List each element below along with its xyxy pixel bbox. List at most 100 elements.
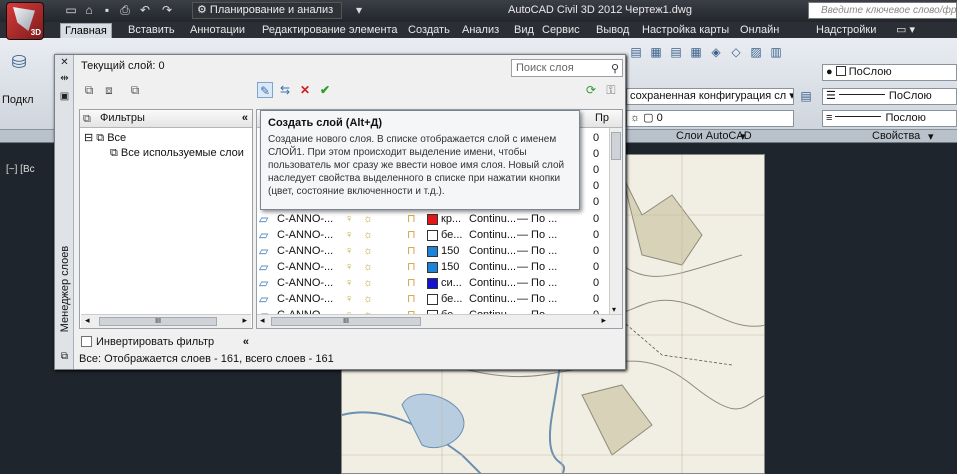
viewport-label[interactable]: [−] [Вс [6, 164, 35, 175]
workspace-select[interactable]: ⚙ Планирование и анализ ▾ [192, 2, 342, 31]
list-vertical-scrollbar[interactable]: ▾ [609, 128, 622, 314]
layer-tool-icon-6[interactable]: ◇ [728, 44, 744, 60]
lineweight-select[interactable]: ≡ Послою [822, 110, 957, 127]
saved-config-select[interactable]: сохраненная конфигурация сл ▾ [626, 88, 794, 105]
layer-linetype[interactable]: Continu... [469, 259, 516, 275]
layer-lineweight[interactable]: — По ... [517, 227, 557, 243]
tab-annotate[interactable]: Аннотации [186, 23, 249, 38]
invert-filter-checkbox[interactable] [81, 336, 92, 347]
layer-color-swatch[interactable] [427, 230, 438, 241]
new-layer-vp-frozen-icon[interactable]: ⇆ [277, 82, 293, 98]
layer-color-name[interactable]: си... [441, 275, 462, 291]
table-row[interactable]: ▱ C-ANNO-... ♀ ☼ ⊓ бе... Continu... — По ... 0 [257, 227, 609, 243]
tab-view[interactable]: Вид [510, 23, 538, 38]
layer-tool-icon-2[interactable]: ▦ [648, 44, 664, 60]
layer-lineweight[interactable]: — По ... [517, 243, 557, 259]
delete-layer-icon[interactable]: ✕ [297, 82, 313, 98]
layer-color-name[interactable]: 150 [441, 259, 459, 275]
invert-filter-row[interactable]: Инвертировать фильтр « [79, 334, 253, 350]
layer-linetype[interactable]: Continu... [469, 275, 516, 291]
layer-color-swatch[interactable] [427, 214, 438, 225]
new-group-filter-icon[interactable]: ⧈ [101, 82, 117, 98]
layer-lineweight[interactable]: — По ... [517, 291, 557, 307]
collapse-filters-bottom-button[interactable]: « [243, 334, 249, 350]
database-icon[interactable]: ⛁ [8, 53, 30, 78]
filter-horizontal-scrollbar[interactable]: ◂ III ▸ [81, 314, 251, 328]
layer-linetype[interactable]: Continu... [469, 291, 516, 307]
horizontal-scroll-thumb[interactable]: III [271, 317, 421, 326]
lock-icon[interactable]: ⊓ [407, 275, 416, 291]
layer-linetype[interactable]: Continu... [469, 243, 516, 259]
tree-item-all-used[interactable]: ⧉ Все используемые слои [110, 147, 244, 160]
on-off-bulb-icon[interactable]: ♀ [345, 275, 353, 291]
close-icon[interactable]: ✕ [58, 57, 71, 69]
list-horizontal-scrollbar[interactable]: ◂ III ▸ [257, 314, 622, 328]
settings-icon[interactable]: ⚿ [603, 82, 619, 98]
tab-map-setup[interactable]: Настройка карты [638, 23, 733, 38]
lock-icon[interactable]: ⊓ [407, 243, 416, 259]
vertical-scroll-thumb[interactable] [611, 132, 621, 160]
new-layer-icon[interactable]: ✎ [257, 82, 273, 98]
layer-color-name[interactable]: кр... [441, 211, 461, 227]
lock-icon[interactable]: ⊓ [407, 259, 416, 275]
save-icon[interactable]: ▪ [100, 3, 114, 17]
freeze-sun-icon[interactable]: ☼ [363, 291, 373, 307]
lock-icon[interactable]: ⊓ [407, 211, 416, 227]
column-header-plot-style[interactable]: Пр [595, 112, 609, 124]
scroll-right-icon[interactable]: ▸ [601, 315, 606, 326]
layer-color-swatch[interactable] [427, 294, 438, 305]
layers-panel-expand-icon[interactable]: ▾ [740, 130, 746, 143]
autohide-icon[interactable]: ⇹ [58, 73, 71, 85]
tree-item-all[interactable]: ⊟ ⧉ Все [84, 131, 126, 145]
application-menu-button[interactable]: 3D [6, 2, 44, 40]
layer-tool-icon-8[interactable]: ▥ [768, 44, 784, 60]
scrollbar-thumb[interactable]: III [99, 317, 217, 326]
layer-tool-icon-3[interactable]: ▤ [668, 44, 684, 60]
scroll-down-icon[interactable]: ▾ [612, 305, 616, 314]
layer-status-icon[interactable]: ▱ [259, 259, 268, 275]
table-row[interactable]: ▱ C-ANNO-... ♀ ☼ ⊓ си... Continu... — По ... 0 [257, 275, 609, 291]
scroll-left-icon[interactable]: ◂ [260, 315, 265, 326]
layer-linetype[interactable]: Continu... [469, 227, 516, 243]
lock-icon[interactable]: ⊓ [407, 291, 416, 307]
scroll-left-icon[interactable]: ◂ [85, 315, 90, 326]
tab-addins[interactable]: Надстройки [812, 23, 880, 38]
search-icon[interactable]: ⚲ [611, 61, 619, 77]
layer-tool-icon-4[interactable]: ▦ [688, 44, 704, 60]
tab-modify[interactable]: Редактирование элемента [258, 23, 402, 38]
tab-create[interactable]: Создать [404, 23, 454, 38]
tab-extra-icon[interactable]: ▭ ▾ [892, 23, 919, 38]
new-file-icon[interactable]: ▭ [64, 3, 78, 17]
layer-state-icon[interactable]: ▤ [798, 88, 814, 104]
freeze-sun-icon[interactable]: ☼ [363, 227, 373, 243]
on-off-bulb-icon[interactable]: ♀ [345, 259, 353, 275]
tab-output[interactable]: Вывод [592, 23, 633, 38]
lock-icon[interactable]: ⊓ [407, 227, 416, 243]
layer-status-icon[interactable]: ▱ [259, 227, 268, 243]
layer-tool-icon-5[interactable]: ◈ [708, 44, 724, 60]
layer-tool-icon-1[interactable]: ▤ [628, 44, 644, 60]
layer-tool-icon-7[interactable]: ▨ [748, 44, 764, 60]
redo-icon[interactable]: ↷ [160, 3, 174, 17]
undo-icon[interactable]: ↶ [138, 3, 152, 17]
tab-insert[interactable]: Вставить [124, 23, 179, 38]
layer-status-icon[interactable]: ▱ [259, 291, 268, 307]
tab-analyze[interactable]: Анализ [458, 23, 503, 38]
on-off-bulb-icon[interactable]: ♀ [345, 291, 353, 307]
scroll-right-icon[interactable]: ▸ [242, 315, 247, 326]
on-off-bulb-icon[interactable]: ♀ [345, 243, 353, 259]
layer-color-name[interactable]: бе... [441, 227, 462, 243]
layer-color-swatch[interactable] [427, 262, 438, 273]
layer-states-manager-icon[interactable]: ⧉ [127, 82, 143, 98]
freeze-sun-icon[interactable]: ☼ [363, 275, 373, 291]
palette-title-strip[interactable]: ✕ ⇹ ▣ Менеджер слоев ⧉ [55, 55, 74, 369]
print-icon[interactable]: ⎙ [118, 3, 132, 17]
new-property-filter-icon[interactable]: ⧉ [81, 82, 97, 98]
layer-search-input[interactable]: Поиск слоя ⚲ [511, 59, 623, 77]
table-row[interactable]: ▱ C-ANNO-... ♀ ☼ ⊓ 150 Continu... — По ... 0 [257, 259, 609, 275]
layer-status-icon[interactable]: ▱ [259, 211, 268, 227]
table-row[interactable]: ▱ C-ANNO-... ♀ ☼ ⊓ бе... Continu... — По ... 0 [257, 291, 609, 307]
customize-icon[interactable]: ▾ [352, 3, 366, 17]
open-file-icon[interactable]: ⌂ [82, 3, 96, 17]
freeze-sun-icon[interactable]: ☼ [363, 211, 373, 227]
